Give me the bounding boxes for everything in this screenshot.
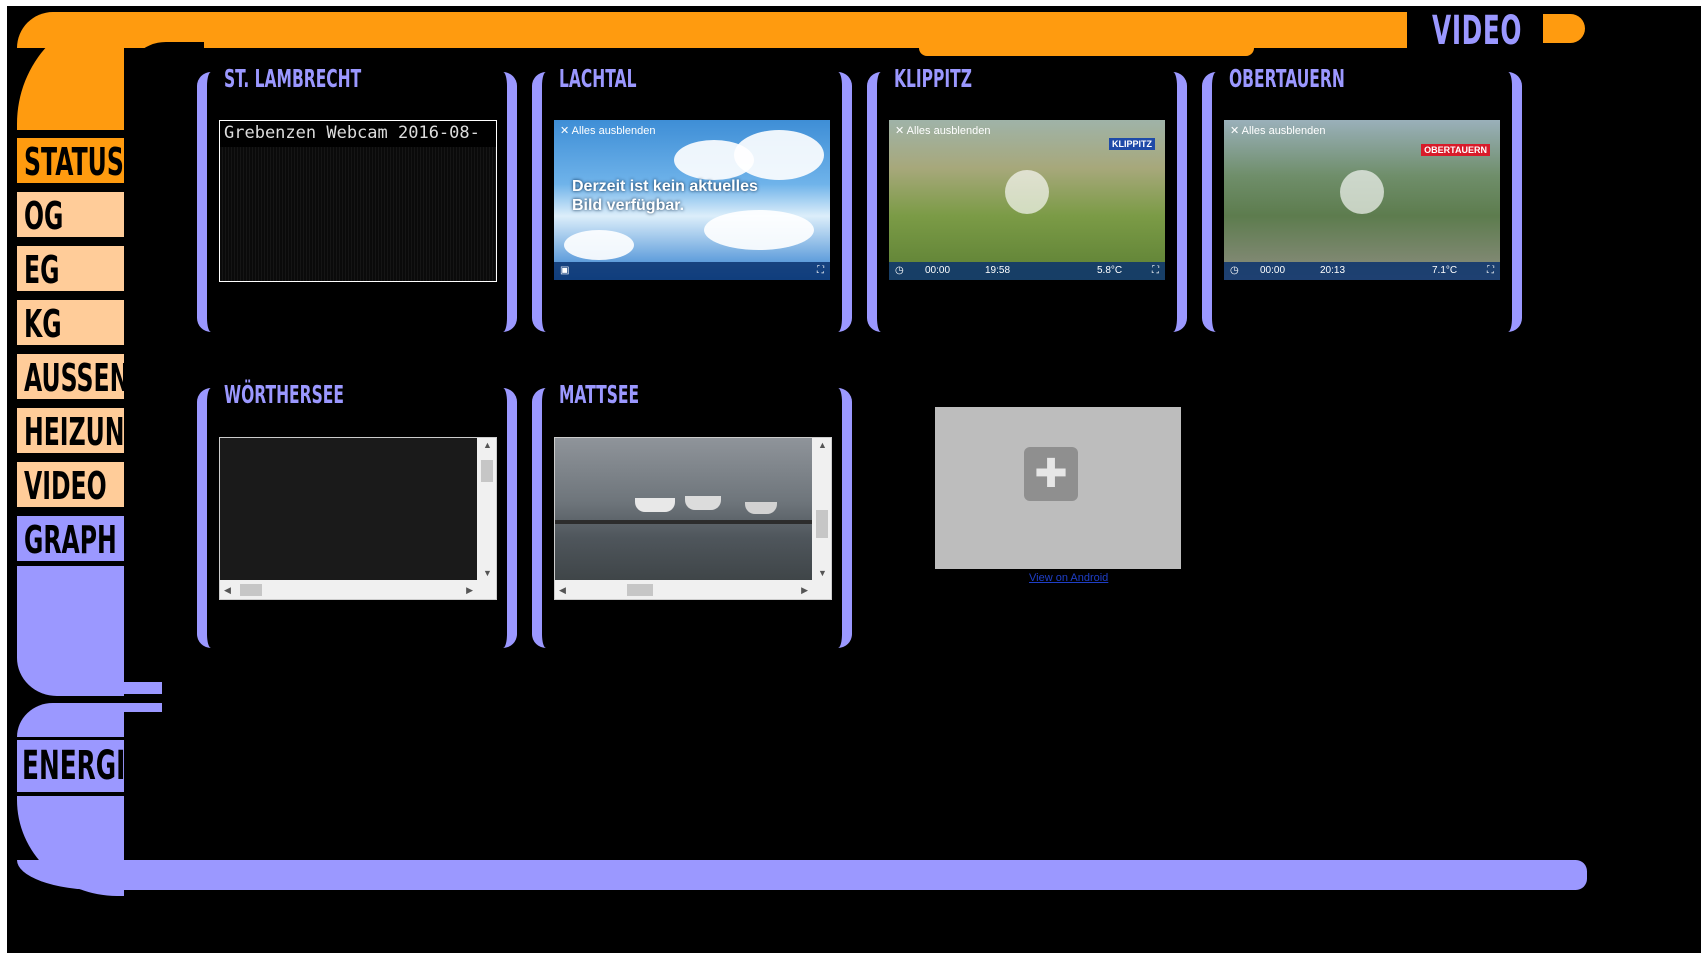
camera-panel-woerthersee: WÖRTHERSEE ▲ ▼ ◀ ▶ (197, 380, 517, 658)
nav-label: AUSSEN (24, 356, 130, 400)
fullscreen-icon[interactable]: ⛶ (1152, 265, 1159, 276)
scroll-thumb[interactable] (240, 584, 262, 596)
camera-title: WÖRTHERSEE (224, 380, 344, 409)
clock-time: 19:58 (985, 265, 1011, 276)
nav-label: ENERGIE (22, 743, 143, 789)
temperature: 5.8°C (1097, 265, 1123, 276)
camera-caption: Grebenzen Webcam 2016-08- (224, 123, 480, 143)
nav-divider-strip-2 (124, 703, 162, 712)
horizontal-scrollbar[interactable]: ◀ ▶ (220, 581, 477, 599)
time-remaining: 00:00 (1260, 265, 1286, 276)
scroll-left-icon[interactable]: ◀ (559, 585, 566, 596)
camera-icon: ▣ (560, 265, 570, 276)
player-controls: ▣ ⛶ (554, 262, 830, 280)
camera-scroll-frame[interactable]: ▲ ▼ ◀ ▶ (554, 437, 832, 600)
horizontal-scrollbar[interactable]: ◀ ▶ (555, 581, 812, 599)
nav-kg-button[interactable]: KG (17, 300, 124, 346)
nav-og-button[interactable]: OG (17, 192, 124, 238)
scroll-left-icon[interactable]: ◀ (224, 585, 231, 596)
close-icon: ✕ (560, 125, 572, 137)
view-on-android-link[interactable]: View on Android (1029, 572, 1108, 584)
scroll-down-icon[interactable]: ▼ (818, 568, 827, 578)
scroll-thumb[interactable] (627, 584, 653, 596)
bottom-inner-curve (124, 796, 204, 860)
scroll-right-icon[interactable]: ▶ (466, 585, 473, 596)
camera-feed[interactable]: Grebenzen Webcam 2016-08- (219, 120, 497, 282)
page-title: VIDEO (1432, 8, 1523, 54)
nav-eg-button[interactable]: EG (17, 246, 124, 292)
camera-panel-mattsee: MATTSEE ▲ ▼ ◀ ▶ (532, 380, 852, 658)
hide-all-button[interactable]: ✕ Alles ausblenden (1230, 124, 1325, 137)
camera-panel-obertauern: OBERTAUERN ✕ Alles ausblenden OBERTAUERN… (1202, 64, 1522, 342)
top-inner-curve (124, 42, 204, 102)
camera-image (220, 438, 477, 580)
camera-panel-st-lambrecht: ST. LAMBRECHT Grebenzen Webcam 2016-08- (197, 64, 517, 342)
hide-all-button[interactable]: ✕ Alles ausblenden (560, 124, 655, 137)
brand-logo: KLIPPITZ (1109, 138, 1155, 150)
brand-logo: OBERTAUERN (1421, 144, 1490, 156)
nav-video-button[interactable]: VIDEO (17, 462, 124, 508)
camera-title: ST. LAMBRECHT (224, 64, 362, 93)
lcars-screen: VIDEO STATUS OG EG KG AUSSEN HEIZUNG VID… (7, 6, 1701, 953)
nav-divider-strip (124, 682, 162, 694)
play-icon[interactable]: ◷ (1230, 265, 1239, 276)
top-tab (919, 42, 1254, 56)
nav-lower-block (17, 566, 124, 696)
no-image-message: Derzeit ist kein aktuelles Bild verfügba… (572, 178, 758, 214)
scroll-thumb[interactable] (481, 460, 493, 482)
camera-title: LACHTAL (559, 64, 637, 93)
camera-panel-klippitz: KLIPPITZ ✕ Alles ausblenden KLIPPITZ ◷ 0… (867, 64, 1187, 342)
fullscreen-icon[interactable]: ⛶ (817, 265, 824, 276)
camera-feed[interactable]: ✕ Alles ausblenden OBERTAUERN ◷ 00:00 20… (1224, 120, 1500, 280)
vertical-scrollbar[interactable]: ▲ ▼ (813, 438, 831, 580)
fullscreen-icon[interactable]: ⛶ (1487, 265, 1494, 276)
nav-label: STATUS (24, 140, 124, 184)
scroll-right-icon[interactable]: ▶ (801, 585, 808, 596)
player-controls: ◷ 00:00 19:58 5.8°C ⛶ (889, 262, 1165, 280)
clock-time: 20:13 (1320, 265, 1346, 276)
scroll-down-icon[interactable]: ▼ (483, 568, 492, 578)
nav-graph-button[interactable]: GRAPH (17, 516, 124, 562)
scroll-up-icon[interactable]: ▲ (818, 440, 827, 450)
nav-label: VIDEO (24, 464, 107, 508)
loading-spinner (1340, 170, 1384, 214)
nav-aussen-button[interactable]: AUSSEN (17, 354, 129, 400)
nav-label: GRAPH (24, 518, 117, 562)
time-remaining: 00:00 (925, 265, 951, 276)
nav-lower-block-2 (17, 703, 124, 737)
camera-image (220, 147, 496, 281)
camera-title: MATTSEE (559, 380, 640, 409)
camera-title: OBERTAUERN (1229, 64, 1345, 93)
nav-heizung-button[interactable]: HEIZUNG (17, 408, 144, 454)
close-icon: ✕ (895, 125, 907, 137)
nav-label: HEIZUNG (24, 410, 144, 454)
bottom-bar (17, 860, 1587, 890)
nav-status-button[interactable]: STATUS (17, 138, 124, 184)
camera-panel-lachtal: LACHTAL ✕ Alles ausblenden Derzeit ist k… (532, 64, 852, 342)
loading-spinner (1005, 170, 1049, 214)
puzzle-piece-icon: ✚ (1024, 447, 1078, 501)
camera-feed[interactable]: ✕ Alles ausblenden KLIPPITZ ◷ 00:00 19:5… (889, 120, 1165, 280)
vertical-scrollbar[interactable]: ▲ ▼ (478, 438, 496, 580)
nav-label: KG (24, 302, 62, 346)
camera-image (555, 438, 812, 580)
scroll-up-icon[interactable]: ▲ (483, 440, 492, 450)
nav-label: OG (24, 194, 64, 238)
nav-label: EG (24, 248, 60, 292)
nav-energie-button[interactable]: ENERGIE (17, 740, 142, 792)
scroll-thumb[interactable] (816, 510, 828, 538)
play-icon[interactable]: ◷ (895, 265, 904, 276)
temperature: 7.1°C (1432, 265, 1458, 276)
hide-all-button[interactable]: ✕ Alles ausblenden (895, 124, 990, 137)
camera-title: KLIPPITZ (894, 64, 972, 93)
top-bar-cap (1543, 14, 1585, 43)
camera-scroll-frame[interactable]: ▲ ▼ ◀ ▶ (219, 437, 497, 600)
camera-feed[interactable]: ✕ Alles ausblenden Derzeit ist kein aktu… (554, 120, 830, 280)
player-controls: ◷ 00:00 20:13 7.1°C ⛶ (1224, 262, 1500, 280)
close-icon: ✕ (1230, 125, 1242, 137)
